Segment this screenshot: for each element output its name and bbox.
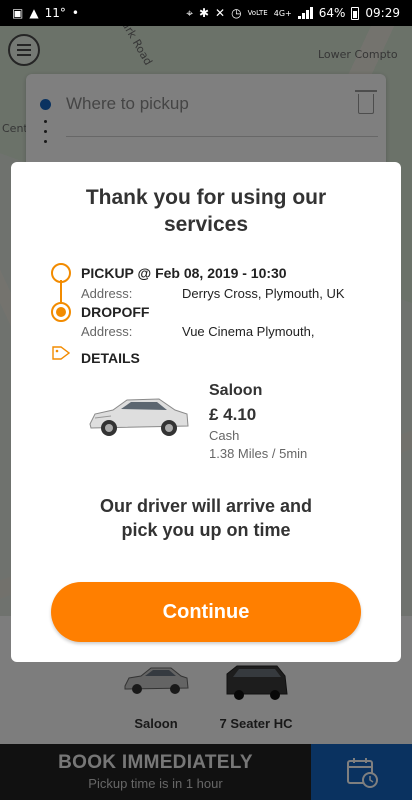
status-bar: ▣ ▲ 11° • ⌖ ✱ ✕ ◷ VoLTE 4G+ 64% 09:29	[0, 0, 412, 26]
driver-message: Our driver will arrive and pick you up o…	[99, 496, 313, 540]
network-label: 4G+	[273, 8, 292, 18]
pickup-heading: PICKUP @ Feb 08, 2019 - 10:30	[81, 265, 287, 281]
dropoff-address-label: Address:	[81, 324, 133, 339]
battery-icon	[351, 6, 360, 20]
dialog-title: Thank you for using our services	[85, 186, 327, 236]
signal-icon	[297, 7, 313, 19]
vehicle-name: Saloon	[209, 382, 263, 399]
mute-icon: ✕	[215, 6, 226, 20]
dropoff-address: Vue Cinema Plymouth,	[182, 324, 315, 339]
location-icon: ⌖	[186, 6, 193, 20]
volte-label: VoLTE	[247, 9, 268, 17]
saloon-car-image	[89, 398, 189, 436]
alarm-icon: ◷	[231, 6, 242, 20]
temperature: 11°	[44, 6, 66, 20]
bluetooth-icon: ✱	[198, 6, 210, 20]
pickup-address-label: Address:	[81, 286, 133, 301]
continue-button[interactable]: Continue	[51, 582, 361, 642]
fare-price: £ 4.10	[209, 405, 257, 424]
clock: 09:29	[365, 6, 400, 20]
trip-distance: 1.38 Miles / 5min	[209, 446, 308, 461]
tag-icon	[52, 346, 70, 360]
pickup-address: Derrys Cross, Plymouth, UK	[182, 286, 345, 301]
payment-method: Cash	[209, 428, 240, 443]
gallery-icon: ▣	[12, 6, 24, 20]
dropoff-heading: DROPOFF	[81, 304, 150, 320]
dot-icon: •	[71, 6, 79, 20]
details-heading: DETAILS	[81, 350, 140, 366]
battery-percent: 64%	[318, 6, 346, 20]
booking-confirmation-dialog: Thank you for using our services PICKUP …	[11, 162, 401, 662]
warning-icon: ▲	[29, 6, 39, 20]
dropoff-circle-icon	[51, 302, 71, 322]
